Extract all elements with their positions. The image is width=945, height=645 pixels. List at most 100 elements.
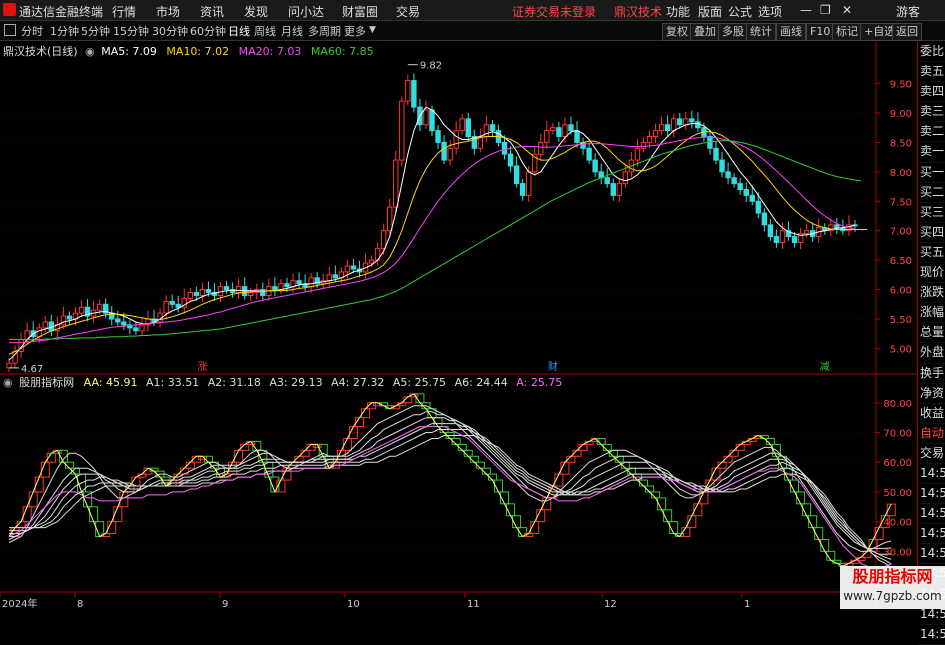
candle-body	[773, 236, 780, 243]
checkbox-icon[interactable]	[4, 24, 16, 36]
sidebar-item: 买一	[918, 163, 945, 183]
menu-gongneng[interactable]: 功能	[666, 3, 690, 20]
candle-body	[332, 274, 339, 279]
candle-body	[60, 315, 67, 326]
menu-jiaoyi[interactable]: 交易	[396, 3, 420, 20]
sidebar-item: 14:56	[918, 524, 945, 545]
user-label[interactable]: 游客	[896, 3, 920, 20]
candle-body	[749, 194, 755, 202]
huaxian-button[interactable]: 画线	[776, 23, 806, 41]
back-button[interactable]: 返回	[892, 23, 922, 41]
candle-body	[683, 118, 689, 126]
period-30min[interactable]: 30分钟	[152, 23, 188, 39]
candle-body	[507, 153, 514, 167]
period-multi[interactable]: 多周期	[308, 23, 341, 39]
sidebar-item: 卖三	[918, 102, 945, 123]
candle-body	[622, 171, 629, 185]
period-60min[interactable]: 60分钟	[190, 23, 226, 39]
candle-body	[115, 318, 121, 323]
period-toolbar: 分时 1分钟 5分钟 15分钟 30分钟 60分钟 日线 周线 月线 多周期 更…	[0, 21, 945, 41]
candle-body	[193, 292, 200, 296]
candle-body	[640, 141, 647, 149]
x-tick-label: 11	[467, 599, 480, 609]
sidebar-item: 自动	[918, 424, 945, 444]
candle-body	[779, 230, 786, 243]
login-notice[interactable]: 证券交易未登录	[512, 3, 596, 20]
y-tick-label: 5.50	[890, 315, 912, 326]
sidebar-item: 委比	[918, 42, 945, 63]
menu-zixun[interactable]: 资讯	[200, 3, 224, 20]
candle-body	[199, 289, 206, 296]
restore-icon[interactable]: ❐	[820, 3, 831, 17]
sidebar-item: 交易	[918, 444, 945, 464]
candle-body	[538, 141, 544, 155]
period-monthly[interactable]: 月线	[281, 23, 303, 39]
menu-banmian[interactable]: 版面	[698, 3, 722, 20]
kline-chart[interactable]: 5.00 5.50 6.00 6.50 7.00 7.50 8.00 8.50 9.00 9.50…	[0, 42, 917, 609]
sidebar-item: 卖一	[918, 142, 945, 163]
ma10-line	[8, 131, 868, 355]
candle-body	[743, 189, 749, 196]
period-daily[interactable]: 日线	[228, 23, 250, 39]
x-tick-label: 8	[77, 599, 83, 609]
candle-body	[411, 80, 417, 108]
menu-wenxiaoda[interactable]: 问小达	[288, 3, 324, 20]
candle-body	[399, 100, 405, 161]
fuquan-button[interactable]: 复权	[662, 23, 692, 41]
minimize-icon[interactable]: —	[800, 3, 812, 17]
candle-body	[761, 212, 768, 226]
close-icon[interactable]: ✕	[842, 3, 852, 17]
candle-body	[616, 183, 623, 196]
candle-body	[66, 315, 73, 320]
menu-xuanxiang[interactable]: 选项	[758, 3, 782, 20]
candle-body	[568, 124, 574, 132]
candle-body	[604, 177, 610, 185]
candle-body	[689, 118, 695, 123]
x-tick-label: 9	[222, 599, 228, 609]
more-chevron-icon[interactable]: ▼	[369, 25, 376, 35]
candle-body	[725, 171, 731, 179]
tongji-button[interactable]: 统计	[746, 23, 776, 41]
period-1min[interactable]: 1分钟	[50, 23, 79, 39]
sidebar-item: 买二	[918, 183, 945, 203]
menu-faxian[interactable]: 发现	[244, 3, 268, 20]
candle-body	[731, 177, 737, 185]
watermark-url: www.7gpzb.com	[843, 589, 942, 603]
diejia-button[interactable]: 叠加	[690, 23, 720, 41]
candle-body	[121, 321, 127, 326]
y-tick-label: 7.50	[890, 197, 912, 208]
menu-caifuquan[interactable]: 财富圈	[342, 3, 378, 20]
duogu-button[interactable]: 多股	[718, 23, 748, 41]
y-tick-label: 9.50	[890, 80, 912, 91]
period-15min[interactable]: 15分钟	[113, 23, 149, 39]
sidebar-item: 收益	[918, 404, 945, 424]
candle-body	[550, 127, 556, 132]
quote-sidebar: 委比 卖五 卖四 卖三 卖二 卖一 买一 买二 买三 买四 买五 现价 涨跌 涨幅 总量 外盘 换手 净资 收益 自动…	[917, 42, 945, 645]
period-more[interactable]: 更多	[344, 23, 366, 39]
period-weekly[interactable]: 周线	[254, 23, 276, 39]
candle-body	[278, 283, 284, 291]
candle-body	[78, 306, 85, 314]
y-tick-label: 5.00	[890, 344, 912, 355]
ma60-line	[9, 140, 862, 341]
sidebar-item: 买三	[918, 203, 945, 223]
biaoji-button[interactable]: 标记	[832, 23, 862, 41]
candle-body	[767, 224, 774, 238]
menu-shichang[interactable]: 市场	[156, 3, 180, 20]
candle-body	[393, 159, 399, 208]
high-label: 9.82	[420, 61, 442, 72]
sidebar-item: 买五	[918, 243, 945, 264]
candle-body	[834, 224, 840, 229]
candle-body	[513, 165, 520, 185]
period-fenshi[interactable]: 分时	[21, 23, 43, 39]
menu-gongshi[interactable]: 公式	[728, 3, 752, 20]
period-5min[interactable]: 5分钟	[81, 23, 110, 39]
candle-body	[562, 124, 568, 138]
sidebar-item: 14:56	[918, 625, 945, 645]
f10-button[interactable]: F10	[806, 23, 835, 41]
candle-body	[187, 292, 193, 299]
candle-body	[387, 206, 393, 232]
candle-body	[664, 124, 671, 132]
candle-body	[344, 265, 351, 273]
menu-hangqing[interactable]: 行情	[112, 3, 136, 20]
